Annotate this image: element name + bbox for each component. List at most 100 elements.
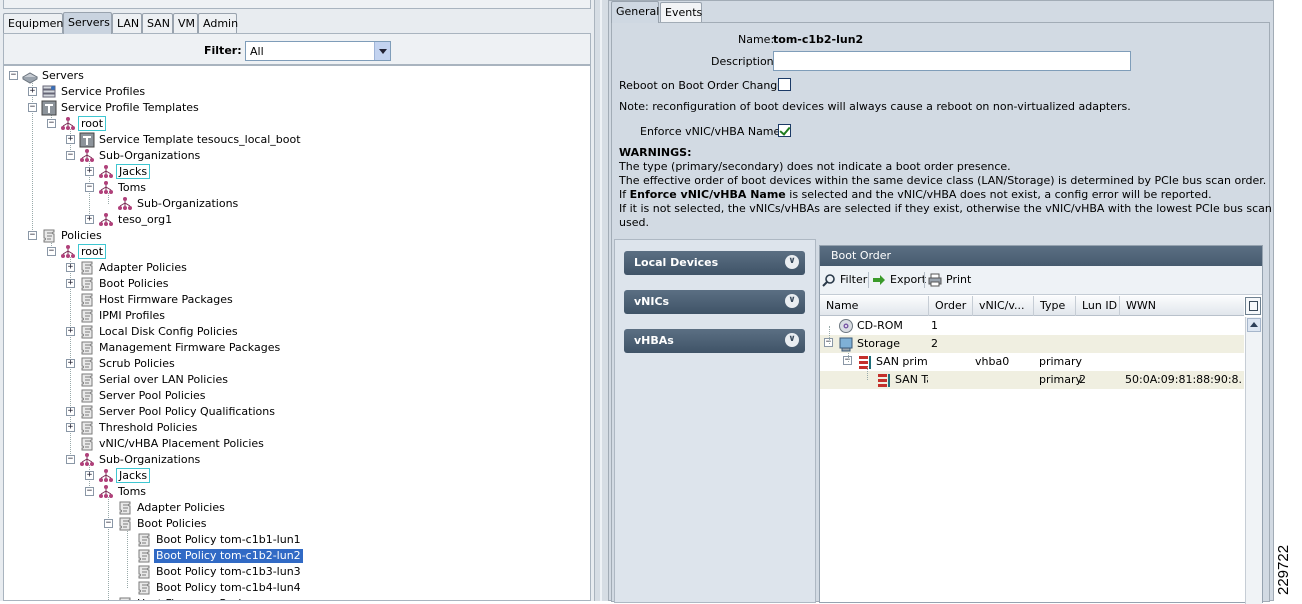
collapse-icon[interactable]: −	[66, 455, 75, 464]
tree-node-label: Boot Policy tom-c1b1-lun1	[156, 533, 301, 546]
san-target-icon	[876, 372, 892, 388]
expand-icon[interactable]: +	[66, 407, 75, 416]
policy-icon	[79, 324, 95, 340]
description-field[interactable]	[773, 51, 1131, 71]
accordion-vnics[interactable]: vNICs ∨	[624, 290, 805, 314]
tree-node-label: Servers	[42, 69, 84, 82]
policy-icon	[136, 564, 152, 580]
grid-scrollbar[interactable]	[1245, 317, 1262, 604]
enforce-name-checkbox[interactable]	[778, 124, 791, 137]
tree-node-label: Sub-Organizations	[137, 197, 239, 210]
warning-text: The type (primary/secondary) does not in…	[619, 160, 1011, 173]
figure-number: 229722	[1275, 544, 1292, 595]
accordion-vhbas[interactable]: vHBAs ∨	[624, 329, 805, 353]
expand-icon[interactable]: +	[85, 215, 94, 224]
reboot-on-change-checkbox[interactable]	[778, 78, 791, 91]
print-button[interactable]: Print	[928, 272, 972, 288]
boot-order-row[interactable]: −SAN primarvhba0primary	[820, 353, 1244, 371]
expand-icon[interactable]: ∨	[785, 333, 799, 347]
cell-name: SAN Ta	[895, 373, 928, 386]
collapse-icon[interactable]: −	[47, 119, 56, 128]
filter-dropdown[interactable]: All	[245, 41, 391, 61]
policy-icon	[79, 436, 95, 452]
description-label: Description:	[711, 55, 778, 68]
cell-name: Storage	[857, 337, 901, 350]
tab-events[interactable]: Events	[660, 2, 702, 22]
expand-icon[interactable]: ∨	[785, 294, 799, 308]
tab-admin[interactable]: Admin	[198, 13, 238, 33]
warning-text-prefix: If	[619, 188, 630, 201]
policy-name-value: tom-c1b2-lun2	[773, 33, 864, 46]
collapse-icon[interactable]: −	[66, 151, 75, 160]
column-header-name[interactable]: Name	[820, 296, 929, 316]
device-accordion: Local Devices ∨ vNICs ∨ vHBAs ∨	[614, 239, 816, 603]
tab-servers[interactable]: Servers	[63, 12, 112, 34]
expand-icon[interactable]: +	[66, 327, 75, 336]
expand-icon[interactable]: +	[66, 423, 75, 432]
tree-node-label: Host Firmware Packages	[99, 293, 233, 306]
org-icon	[60, 244, 76, 260]
collapse-icon[interactable]: −	[104, 519, 113, 528]
expand-icon[interactable]: +	[28, 87, 37, 96]
expand-icon[interactable]: +	[66, 359, 75, 368]
tree-node-label: Local Disk Config Policies	[99, 325, 238, 338]
collapse-icon[interactable]: −	[47, 247, 56, 256]
tab-san[interactable]: SAN	[142, 13, 173, 33]
policy-icon	[136, 548, 152, 564]
reconfiguration-note: Note: reconfiguration of boot devices wi…	[619, 100, 1131, 113]
warning-text: If Enforce vNIC/vHBA Name is selected an…	[619, 188, 1212, 201]
name-label: Name:	[738, 33, 775, 46]
filter-button-label: Filter	[840, 273, 868, 286]
policy-icon	[136, 580, 152, 596]
collapse-icon[interactable]: −	[28, 103, 37, 112]
column-header-lun-id[interactable]: Lun ID	[1076, 296, 1120, 316]
policy-icon	[41, 228, 57, 244]
tree-node-label: Threshold Policies	[99, 421, 198, 434]
expand-icon[interactable]: +	[85, 167, 94, 176]
tree-node-label: Host Firmware Packages	[135, 597, 273, 600]
tree-node-label: Scrub Policies	[99, 357, 175, 370]
column-header-order[interactable]: Order	[929, 296, 973, 316]
org-icon	[98, 180, 114, 196]
column-header-wwn[interactable]: WWN	[1120, 296, 1244, 316]
boot-order-row[interactable]: CD-ROM 1	[820, 317, 1244, 335]
expand-icon[interactable]: +	[66, 263, 75, 272]
pane-splitter[interactable]	[594, 0, 608, 601]
tree-node-label: Boot Policies	[99, 277, 169, 290]
expand-icon[interactable]: +	[66, 279, 75, 288]
collapse-icon[interactable]: −	[85, 183, 94, 192]
tab-equipment[interactable]: Equipment	[3, 13, 68, 33]
accordion-local-devices[interactable]: Local Devices ∨	[624, 251, 805, 275]
san-icon	[857, 354, 873, 370]
column-header-vnic[interactable]: vNIC/v...	[973, 296, 1034, 316]
column-chooser-button[interactable]	[1245, 297, 1261, 315]
policy-icon	[79, 276, 95, 292]
chevron-down-icon[interactable]	[374, 42, 390, 60]
expand-icon[interactable]: ∨	[785, 255, 799, 269]
general-tab-content: Name: tom-c1b2-lun2 Description: Reboot …	[611, 22, 1302, 604]
column-header-type[interactable]: Type	[1034, 296, 1076, 316]
policy-icon	[117, 500, 133, 516]
tree-connector	[108, 497, 109, 600]
service-profiles-icon	[41, 84, 57, 100]
expand-icon[interactable]: +	[66, 135, 75, 144]
tree-node-label: Adapter Policies	[137, 501, 225, 514]
boot-order-row[interactable]: SAN Ta primary2 50:0A:09:81:88:90:8...	[820, 371, 1244, 389]
policy-icon	[117, 596, 133, 600]
expand-icon[interactable]: +	[85, 471, 94, 480]
tree-connector	[829, 326, 830, 344]
filter-button[interactable]: Filter	[822, 272, 868, 288]
tree-node-label: Boot Policy tom-c1b2-lun2	[154, 549, 303, 563]
tab-general[interactable]: General	[611, 1, 659, 23]
collapse-icon[interactable]: −	[9, 71, 18, 80]
collapse-icon[interactable]: −	[85, 487, 94, 496]
org-icon	[98, 484, 114, 500]
navigation-tree: − Servers + Service Profiles − Service Profil…	[3, 65, 591, 601]
tab-vm[interactable]: VM	[173, 13, 198, 33]
scroll-up-button[interactable]	[1247, 318, 1261, 332]
collapse-icon[interactable]: −	[28, 231, 37, 240]
boot-order-row[interactable]: − Storage 2	[820, 335, 1244, 353]
reboot-on-change-label: Reboot on Boot Order Change:	[619, 79, 788, 92]
tab-lan[interactable]: LAN	[112, 13, 142, 33]
export-button[interactable]: Export	[872, 272, 926, 288]
